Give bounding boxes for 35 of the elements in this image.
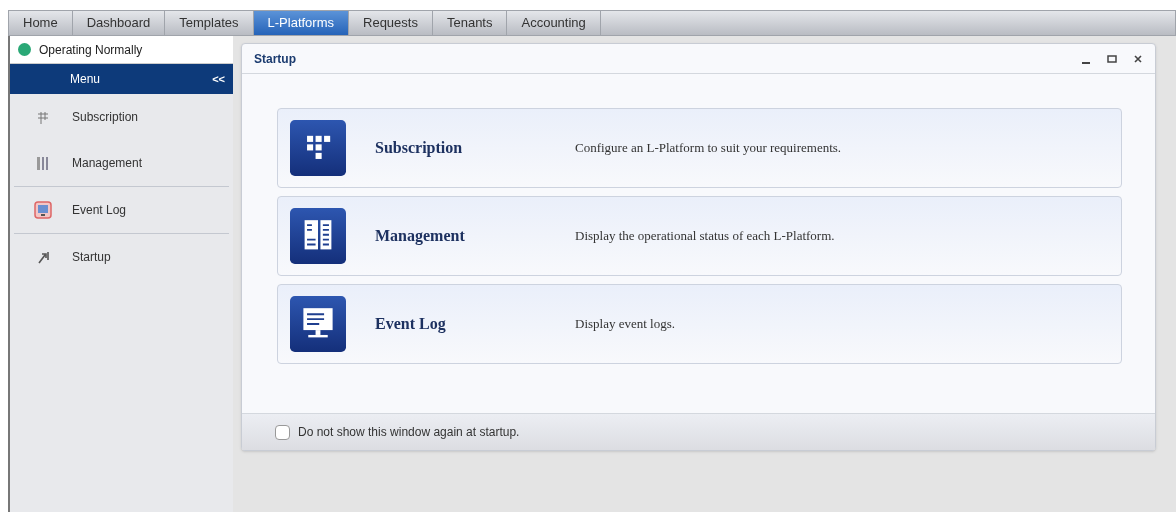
nav-tab[interactable]: Dashboard bbox=[72, 11, 166, 35]
dialog-title: Startup bbox=[254, 50, 296, 68]
nav-tab[interactable]: Templates bbox=[165, 11, 254, 35]
nav-tab[interactable]: Home bbox=[9, 11, 73, 35]
option-card[interactable]: Management Display the operational status of each L-Platform. bbox=[277, 196, 1122, 276]
bars-icon bbox=[290, 208, 346, 264]
nav-tab[interactable]: Requests bbox=[349, 11, 433, 35]
maximize-icon[interactable] bbox=[1107, 53, 1117, 64]
card-title: Subscription bbox=[375, 138, 464, 159]
checkbox[interactable] bbox=[275, 424, 290, 440]
nav-tab[interactable]: L-Platforms bbox=[253, 11, 349, 35]
monitor-icon bbox=[34, 201, 52, 219]
sidebar-item[interactable]: Subscription bbox=[14, 94, 229, 140]
grid-icon bbox=[36, 110, 50, 124]
status-text: Operating Normally bbox=[39, 41, 143, 59]
monitor-icon bbox=[290, 296, 346, 352]
option-card[interactable]: Event Log Display event logs. bbox=[277, 284, 1122, 364]
nav-tab[interactable]: Tenants bbox=[432, 11, 508, 35]
card-title: Event Log bbox=[375, 314, 447, 335]
menu-title: Menu bbox=[70, 71, 101, 88]
grid-icon bbox=[290, 120, 346, 176]
option-card[interactable]: Subscription Configure an L-Platform to suit your requirements. bbox=[277, 108, 1122, 188]
close-icon[interactable] bbox=[1133, 53, 1143, 64]
collapse-button[interactable]: << bbox=[212, 70, 225, 88]
card-title: Management bbox=[375, 226, 466, 247]
bars-icon bbox=[36, 155, 50, 171]
nav-tab[interactable]: Accounting bbox=[507, 11, 601, 35]
card-description: Display the operational status of each L-Platform. bbox=[575, 227, 835, 246]
sidebar-item[interactable]: Startup bbox=[14, 234, 229, 280]
card-description: Configure an L-Platform to suit your requirements. bbox=[575, 139, 842, 158]
sidebar-item[interactable]: Event Log bbox=[14, 187, 229, 233]
card-description: Display event logs. bbox=[575, 315, 675, 334]
arrow-icon bbox=[36, 249, 50, 265]
sidebar-item[interactable]: Management bbox=[14, 140, 229, 186]
checkbox-label: Do not show this window again at startup. bbox=[298, 424, 520, 441]
